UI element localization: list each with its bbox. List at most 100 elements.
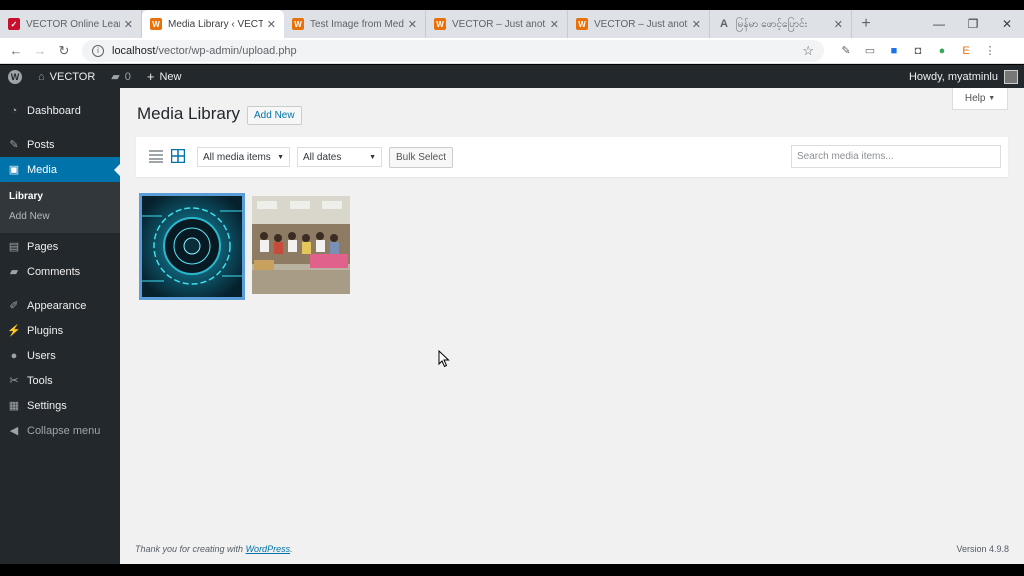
- chevron-down-icon: ▼: [369, 153, 376, 161]
- submenu-add-new[interactable]: Add New: [0, 207, 120, 227]
- dashboard-icon: ◔: [10, 104, 18, 117]
- comment-icon: ▰: [9, 266, 19, 278]
- info-icon[interactable]: i: [92, 44, 104, 57]
- caret-down-icon: ▼: [988, 95, 996, 102]
- sidebar-item-settings[interactable]: ▦ Settings: [0, 393, 120, 418]
- wordpress-link[interactable]: WordPress: [246, 544, 291, 554]
- menu-icon[interactable]: ⋮: [978, 40, 1002, 62]
- window-controls: — ❐ ✕: [922, 10, 1024, 38]
- footer-thanks: Thank you for creating with WordPress.: [135, 544, 293, 554]
- sidebar-item-appearance[interactable]: ✐ Appearance: [0, 293, 120, 318]
- collapse-menu-button[interactable]: ◀ Collapse menu: [0, 418, 120, 443]
- close-window-icon[interactable]: ✕: [990, 10, 1024, 38]
- media-type-value: All media items: [203, 151, 271, 163]
- main-content: Help ▼ Media Library Add New All media i…: [120, 88, 1024, 564]
- sidebar-item-users[interactable]: ● Users: [0, 343, 120, 368]
- wordpress-icon: W: [576, 18, 588, 30]
- new-tab-button[interactable]: +: [852, 10, 880, 38]
- collapse-icon: ◀: [9, 425, 19, 437]
- help-tab-button[interactable]: Help ▼: [952, 88, 1008, 110]
- back-icon[interactable]: ←: [4, 39, 28, 63]
- list-view-icon[interactable]: [149, 149, 163, 163]
- close-tab-icon[interactable]: ✕: [408, 18, 417, 31]
- media-type-filter[interactable]: All media items ▼: [197, 147, 290, 167]
- extensions: ✎ ▭ ■ ◘ ● Ε ⋮: [834, 40, 1002, 62]
- browser-tab[interactable]: W VECTOR – Just another ✕: [568, 10, 710, 38]
- browser-tab[interactable]: W VECTOR – Just another ✕: [426, 10, 568, 38]
- media-thumbnail-group-photo[interactable]: [252, 196, 350, 294]
- date-filter[interactable]: All dates ▼: [297, 147, 382, 167]
- sidebar-item-plugins[interactable]: ⚡ Plugins: [0, 318, 120, 343]
- sidebar-item-dashboard[interactable]: ◔ Dashboard: [0, 98, 120, 123]
- search-placeholder: Search media items...: [797, 151, 894, 162]
- wordpress-icon: W: [292, 18, 304, 30]
- user-icon: ●: [10, 349, 18, 362]
- wp-logo-menu[interactable]: W: [0, 65, 30, 88]
- admin-sidebar: ◔ Dashboard ✎ Posts ▣ Media Library Add …: [0, 88, 120, 564]
- search-media-input[interactable]: Search media items...: [791, 145, 1001, 168]
- close-tab-icon[interactable]: ✕: [834, 18, 843, 31]
- close-tab-icon[interactable]: ✕: [550, 18, 559, 31]
- url-path: /vector/wp-admin/upload.php: [155, 44, 297, 57]
- brush-icon: ✐: [9, 300, 19, 312]
- avatar: [1004, 69, 1018, 84]
- sidebar-item-label: Users: [27, 349, 56, 362]
- minimize-icon[interactable]: —: [922, 10, 956, 38]
- cast-icon[interactable]: ▭: [858, 40, 882, 62]
- reload-icon[interactable]: ↻: [52, 39, 76, 63]
- shield-icon[interactable]: ◘: [906, 40, 930, 62]
- browser-tab[interactable]: ✓ VECTOR Online Learning ✕: [0, 10, 142, 38]
- browser-tab-strip: ✓ VECTOR Online Learning ✕ W Media Libra…: [0, 10, 1024, 38]
- sidebar-item-pages[interactable]: ▤ Pages: [0, 234, 120, 259]
- sidebar-item-label: Plugins: [27, 324, 64, 337]
- globe-icon[interactable]: ●: [930, 40, 954, 62]
- footer-period: .: [290, 544, 293, 554]
- browser-tab[interactable]: W Test Image from Media ✕: [284, 10, 426, 38]
- submenu-library[interactable]: Library: [0, 187, 120, 207]
- sidebar-item-posts[interactable]: ✎ Posts: [0, 132, 120, 157]
- sidebar-item-media[interactable]: ▣ Media: [0, 157, 120, 182]
- wordpress-icon: W: [434, 18, 446, 30]
- tab-title: Test Image from Media: [310, 18, 404, 30]
- plus-icon: +: [146, 69, 155, 84]
- sidebar-item-label: Dashboard: [27, 104, 81, 117]
- restore-icon[interactable]: ❐: [956, 10, 990, 38]
- chevron-down-icon: ▼: [277, 153, 284, 161]
- eyedropper-icon[interactable]: ✎: [834, 40, 858, 62]
- sidebar-item-label: Media: [27, 163, 57, 176]
- extension-icon[interactable]: Ε: [954, 40, 978, 62]
- home-icon: ⌂: [38, 70, 45, 83]
- bulk-select-button[interactable]: Bulk Select: [389, 147, 453, 168]
- sidebar-item-label: Comments: [27, 265, 81, 278]
- close-tab-icon[interactable]: ✕: [267, 18, 276, 31]
- forward-icon[interactable]: →: [28, 39, 52, 63]
- media-thumbnail-tech[interactable]: [142, 196, 242, 297]
- comments-link[interactable]: ▰ 0: [103, 65, 139, 88]
- grid-view-icon[interactable]: [171, 149, 185, 163]
- url-input[interactable]: i localhost/vector/wp-admin/upload.php ☆: [82, 39, 824, 62]
- close-tab-icon[interactable]: ✕: [124, 18, 133, 31]
- howdy-text: Howdy, myatminlu: [908, 70, 998, 83]
- add-new-button[interactable]: Add New: [247, 106, 302, 125]
- wp-admin-bar: W ⌂ VECTOR ▰ 0 + New Howdy, myatminlu: [0, 65, 1024, 88]
- account-menu[interactable]: Howdy, myatminlu: [908, 69, 1024, 84]
- version-text: Version 4.9.8: [956, 544, 1009, 554]
- url-text: localhost/vector/wp-admin/upload.php: [112, 45, 802, 57]
- extension-icon[interactable]: ■: [882, 40, 906, 62]
- sidebar-item-comments[interactable]: ▰ Comments: [0, 259, 120, 284]
- browser-tab-active[interactable]: W Media Library ‹ VECTOR ✕: [142, 10, 284, 38]
- footer-thanks-text: Thank you for creating with: [135, 544, 246, 554]
- close-tab-icon[interactable]: ✕: [692, 18, 701, 31]
- page-title: Media Library: [137, 104, 240, 123]
- site-name-link[interactable]: ⌂ VECTOR: [30, 65, 103, 88]
- wrench-icon: ✂: [9, 375, 19, 387]
- wordpress-icon: W: [8, 69, 22, 84]
- comment-icon: ▰: [111, 71, 120, 83]
- new-content-link[interactable]: + New: [139, 65, 190, 88]
- tab-title: Media Library ‹ VECTOR: [168, 18, 263, 30]
- help-label: Help: [964, 93, 986, 104]
- sidebar-item-tools[interactable]: ✂ Tools: [0, 368, 120, 393]
- collapse-label: Collapse menu: [27, 424, 101, 437]
- browser-tab[interactable]: A မြန်မာ ဖောင့်ပြောင်း ✕: [710, 10, 852, 38]
- star-icon[interactable]: ☆: [802, 43, 814, 59]
